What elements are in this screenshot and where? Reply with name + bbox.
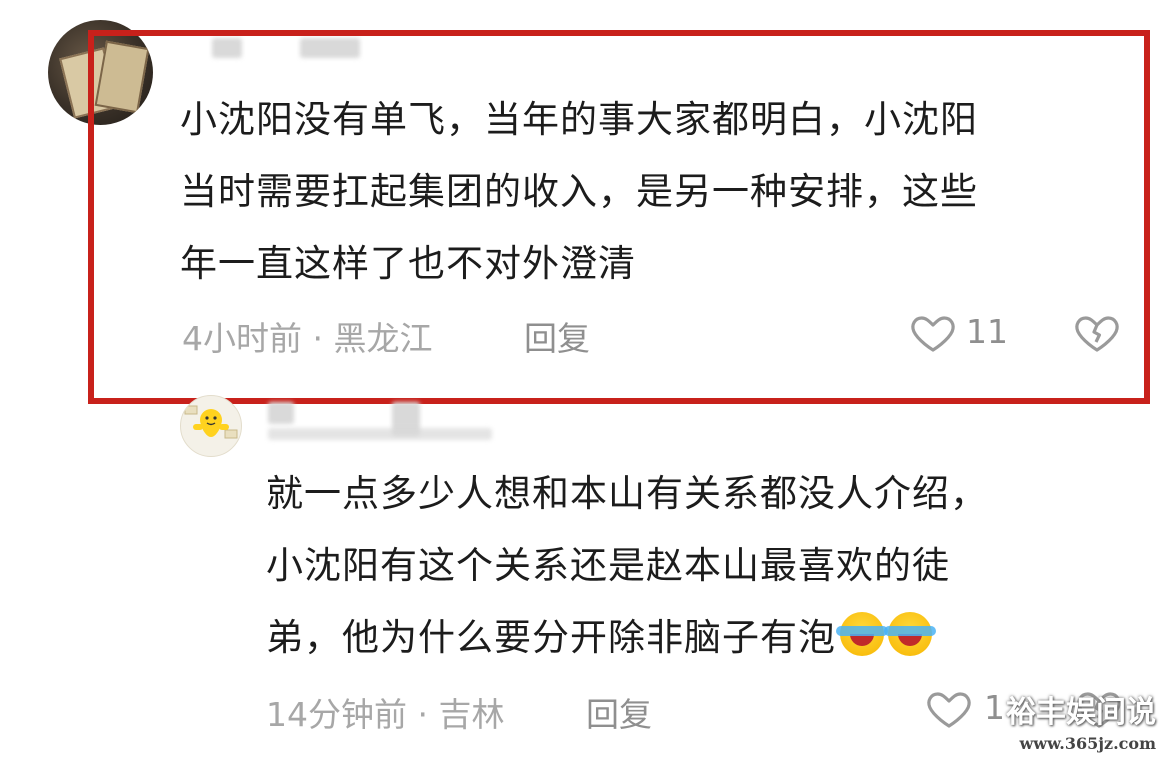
comment-text: 就一点多少人想和本山有关系都没人介绍， 小沈阳有这个关系还是赵本山最喜欢的徒 弟… — [266, 458, 988, 674]
comment-line: 小沈阳没有单飞，当年的事大家都明白，小沈阳 — [180, 98, 978, 141]
comment-meta: 14分钟前 · 吉林 — [266, 695, 505, 734]
like-button[interactable] — [908, 308, 958, 360]
watermark-text: 裕丰娱间说 — [1006, 695, 1156, 730]
comment-line: 就一点多少人想和本山有关系都没人介绍， — [266, 472, 988, 515]
username-blurred[interactable] — [268, 402, 294, 424]
comment-meta: 4小时前 · 黑龙江 — [182, 319, 433, 358]
like-button[interactable] — [924, 684, 974, 736]
reply-button[interactable]: 回复 — [524, 312, 590, 360]
broken-heart-icon — [1075, 316, 1119, 352]
like-count: 11 — [966, 312, 1008, 351]
laughing-crying-emoji — [836, 612, 888, 656]
dislike-button[interactable] — [1072, 308, 1122, 360]
comment-line: 当时需要扛起集团的收入，是另一种安排，这些 — [180, 170, 978, 213]
comment-text: 小沈阳没有单飞，当年的事大家都明白，小沈阳 当时需要扛起集团的收入，是另一种安排… — [180, 84, 978, 300]
heart-icon — [927, 692, 971, 728]
username-blurred — [268, 428, 492, 440]
comment-line: 小沈阳有这个关系还是赵本山最喜欢的徒 — [266, 544, 950, 587]
watermark-url: www.365jz.com — [1019, 734, 1156, 753]
cartoon-character-icon — [184, 405, 238, 439]
comment-line-text: 弟，他为什么要分开除非脑子有泡 — [266, 616, 836, 659]
like-count: 1 — [984, 688, 1005, 727]
heart-icon — [911, 316, 955, 352]
avatar[interactable] — [180, 395, 242, 457]
comment-line: 弟，他为什么要分开除非脑子有泡 — [266, 602, 988, 674]
laughing-crying-emoji — [884, 612, 936, 656]
comment-line: 年一直这样了也不对外澄清 — [180, 242, 636, 285]
reply-button[interactable]: 回复 — [586, 688, 652, 736]
